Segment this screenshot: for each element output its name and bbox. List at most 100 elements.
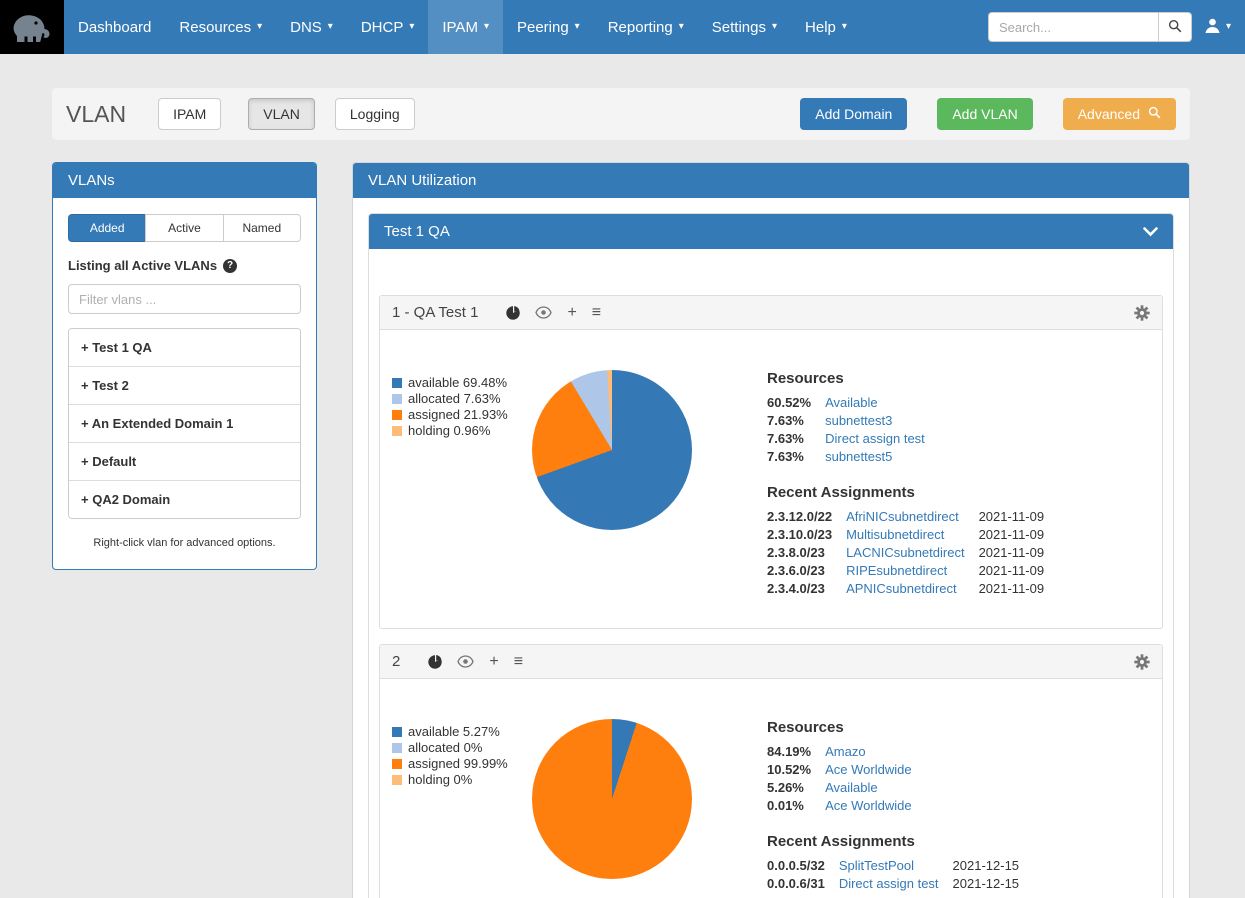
list-icon[interactable]: ≡ bbox=[514, 654, 523, 670]
assignments-table: 2.3.12.0/22 AfriNICsubnetdirect 2021-11-… bbox=[767, 508, 1058, 598]
caret-down-icon: ▾ bbox=[842, 22, 847, 32]
list-icon[interactable]: ≡ bbox=[592, 305, 601, 321]
nav-item-dashboard[interactable]: Dashboard bbox=[64, 0, 165, 54]
chart-card-2-header: 2 bbox=[380, 645, 1162, 679]
vlan-item-default[interactable]: + Default bbox=[69, 442, 300, 480]
nav-item-peering[interactable]: Peering ▾ bbox=[503, 0, 594, 54]
resource-link[interactable]: subnettest5 bbox=[825, 448, 939, 466]
eye-icon[interactable] bbox=[535, 306, 552, 319]
add-icon[interactable]: + bbox=[567, 305, 576, 321]
global-search bbox=[988, 12, 1192, 42]
caret-down-icon: ▾ bbox=[679, 22, 684, 32]
assignment-row: 0.0.0.5/32 SplitTestPool 2021-12-15 bbox=[767, 857, 1033, 875]
resource-pct: 60.52% bbox=[767, 394, 825, 412]
pie-chart-icon[interactable] bbox=[428, 655, 442, 669]
user-menu[interactable]: ▾ bbox=[1204, 17, 1231, 37]
vlan-item-test-2[interactable]: + Test 2 bbox=[69, 366, 300, 404]
vlan-item-test-1-qa[interactable]: + Test 1 QA bbox=[69, 329, 300, 366]
toggle-named[interactable]: Named bbox=[223, 214, 301, 242]
resource-row: 5.26% Available bbox=[767, 779, 926, 797]
assignment-date: 2021-11-09 bbox=[979, 544, 1059, 562]
legend-swatch bbox=[392, 759, 402, 769]
resource-link[interactable]: Amazo bbox=[825, 743, 925, 761]
add-icon[interactable]: + bbox=[489, 654, 498, 670]
eye-icon[interactable] bbox=[457, 655, 474, 668]
assignment-cidr: 2.3.6.0/23 bbox=[767, 562, 846, 580]
nav-item-dns[interactable]: DNS ▾ bbox=[276, 0, 347, 54]
add-domain-button[interactable]: Add Domain bbox=[800, 98, 907, 130]
gear-icon[interactable] bbox=[1134, 654, 1150, 670]
resource-row: 10.52% Ace Worldwide bbox=[767, 761, 926, 779]
recent-assignments: Recent Assignments 0.0.0.5/32 SplitTestP… bbox=[767, 833, 1150, 893]
resource-pct: 0.01% bbox=[767, 797, 825, 815]
resource-link[interactable]: Available bbox=[825, 394, 939, 412]
nav-item-ipam[interactable]: IPAM ▾ bbox=[428, 0, 503, 54]
assignment-link[interactable]: Multisubnetdirect bbox=[846, 526, 979, 544]
sidebar-note: Right-click vlan for advanced options. bbox=[68, 537, 301, 549]
domain-panel-header[interactable]: Test 1 QA bbox=[369, 214, 1173, 249]
page-title: VLAN bbox=[66, 101, 126, 128]
assignment-link[interactable]: AfriNICsubnetdirect bbox=[846, 508, 979, 526]
pie-chart-icon[interactable] bbox=[506, 306, 520, 320]
caret-down-icon: ▾ bbox=[257, 22, 262, 32]
assignment-link[interactable]: SplitTestPool bbox=[839, 857, 953, 875]
assignment-date: 2021-11-09 bbox=[979, 580, 1059, 598]
tab-ipam[interactable]: IPAM bbox=[158, 98, 221, 130]
resource-pct: 7.63% bbox=[767, 448, 825, 466]
vlans-panel-body: Added Active Named Listing all Active VL… bbox=[53, 198, 316, 569]
search-button[interactable] bbox=[1158, 12, 1192, 42]
assignment-link[interactable]: LACNICsubnetdirect bbox=[846, 544, 979, 562]
chart-stats: Resources 60.52% Available 7.63% bbox=[767, 370, 1150, 598]
app-logo[interactable] bbox=[0, 0, 64, 54]
assignment-link[interactable]: APNICsubnetdirect bbox=[846, 580, 979, 598]
legend-swatch bbox=[392, 727, 402, 737]
recent-assignments-heading: Recent Assignments bbox=[767, 833, 1150, 850]
assignment-link[interactable]: RIPEsubnetdirect bbox=[846, 562, 979, 580]
assignment-date: 2021-11-09 bbox=[979, 508, 1059, 526]
vlan-utilization-body: Test 1 QA 1 - QA Test 1 bbox=[353, 198, 1189, 898]
nav-item-settings[interactable]: Settings ▾ bbox=[698, 0, 791, 54]
assignment-row: 0.0.0.6/31 Direct assign test 2021-12-15 bbox=[767, 875, 1033, 893]
legend-item: allocated 0% bbox=[392, 740, 527, 756]
mammoth-logo-icon bbox=[9, 5, 55, 50]
resource-link[interactable]: Direct assign test bbox=[825, 430, 939, 448]
resource-link[interactable]: subnettest3 bbox=[825, 412, 939, 430]
resource-link[interactable]: Ace Worldwide bbox=[825, 797, 925, 815]
legend-swatch bbox=[392, 378, 402, 388]
help-icon[interactable]: ? bbox=[223, 259, 237, 273]
vlan-filter-input[interactable] bbox=[68, 284, 301, 314]
chart-title: 1 - QA Test 1 bbox=[392, 304, 478, 321]
chart-card-1-body: available 69.48% allocated 7.63% assigne… bbox=[380, 330, 1162, 628]
vlan-item-qa2-domain[interactable]: + QA2 Domain bbox=[69, 480, 300, 518]
nav-item-help[interactable]: Help ▾ bbox=[791, 0, 861, 54]
tab-logging[interactable]: Logging bbox=[335, 98, 415, 130]
assignment-link[interactable]: Direct assign test bbox=[839, 875, 953, 893]
advanced-button[interactable]: Advanced bbox=[1063, 98, 1176, 130]
toggle-active[interactable]: Active bbox=[145, 214, 223, 242]
add-vlan-button[interactable]: Add VLAN bbox=[937, 98, 1032, 130]
nav-item-dhcp[interactable]: DHCP ▾ bbox=[347, 0, 429, 54]
vlan-utilization-panel: VLAN Utilization Test 1 QA bbox=[352, 162, 1190, 898]
chart-title: 2 bbox=[392, 653, 400, 670]
vlan-utilization-header: VLAN Utilization bbox=[353, 163, 1189, 198]
search-input[interactable] bbox=[988, 12, 1158, 42]
assignment-row: 2.3.12.0/22 AfriNICsubnetdirect 2021-11-… bbox=[767, 508, 1058, 526]
vlan-list: + Test 1 QA + Test 2 + An Extended Domai… bbox=[68, 328, 301, 519]
nav-item-resources[interactable]: Resources ▾ bbox=[165, 0, 276, 54]
chevron-down-icon[interactable] bbox=[1143, 227, 1158, 237]
gear-icon[interactable] bbox=[1134, 305, 1150, 321]
resource-link[interactable]: Ace Worldwide bbox=[825, 761, 925, 779]
assignment-row: 2.3.4.0/23 APNICsubnetdirect 2021-11-09 bbox=[767, 580, 1058, 598]
caret-down-icon: ▾ bbox=[484, 22, 489, 32]
tab-vlan[interactable]: VLAN bbox=[248, 98, 315, 130]
domain-panel: Test 1 QA 1 - QA Test 1 bbox=[368, 213, 1174, 898]
chart-card-1-header: 1 - QA Test 1 bbox=[380, 296, 1162, 330]
nav-item-reporting[interactable]: Reporting ▾ bbox=[594, 0, 698, 54]
resource-link[interactable]: Available bbox=[825, 779, 925, 797]
vlan-item-an-extended-domain-1[interactable]: + An Extended Domain 1 bbox=[69, 404, 300, 442]
header-actions: Add Domain Add VLAN Advanced bbox=[800, 98, 1176, 130]
toggle-added[interactable]: Added bbox=[68, 214, 146, 242]
vlan-chart-card-2: 2 bbox=[379, 644, 1163, 898]
listing-label: Listing all Active VLANs ? bbox=[68, 258, 301, 273]
resource-row: 7.63% subnettest5 bbox=[767, 448, 939, 466]
